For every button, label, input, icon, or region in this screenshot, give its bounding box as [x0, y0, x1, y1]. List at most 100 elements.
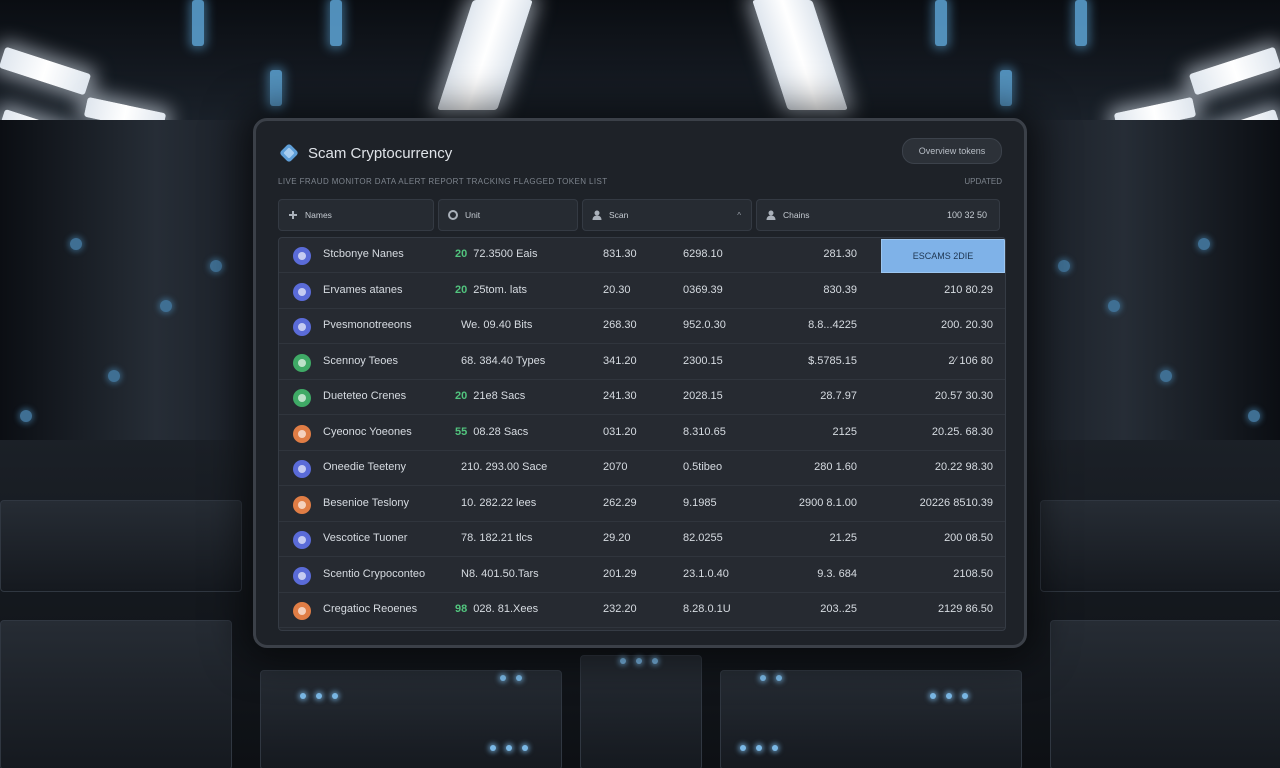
floor-light: [316, 693, 322, 699]
value-col-c: 830.39: [823, 283, 857, 296]
wall-light: [70, 238, 82, 250]
value-col-b: 8.310.65: [683, 425, 726, 438]
wall-light: [20, 410, 32, 422]
coin-icon: [293, 318, 311, 336]
column-header-label: Scan: [609, 210, 629, 220]
column-header-scan[interactable]: Scan ^: [582, 199, 752, 231]
value-col-d: 2108.50: [953, 567, 993, 580]
token-name: Scennoy Teoes: [323, 354, 399, 367]
wall-light: [1108, 300, 1120, 312]
token-name: Oneedie Teeteny: [323, 461, 406, 473]
volume-score: 20: [455, 248, 468, 260]
table-row[interactable]: Cyeonoc Yoeones 55 08.28 Sacs 031.20 8.31…: [279, 416, 1005, 451]
value-col-b: 23.1.0.40: [683, 567, 729, 580]
floor-panel: [1050, 620, 1280, 768]
table-row[interactable]: Cregatioc Reoenes 98 028. 81.Xees 232.20 …: [279, 593, 1005, 628]
value-col-b: 2300.15: [683, 354, 723, 367]
table-row[interactable]: Scennoy Teoes 68. 384.40 Types 341.20 23…: [279, 345, 1005, 380]
table-row[interactable]: Ervames atanes 20 25tom. lats 20.30 0369.…: [279, 274, 1005, 309]
value-col-d: 2129 86.50: [937, 603, 993, 615]
volume-score: 20: [455, 390, 468, 402]
coin-icon: [293, 247, 311, 265]
coin-icon: [293, 282, 311, 301]
value-col-b: 6298.10: [683, 248, 723, 260]
value-col-c: 203..25: [820, 603, 857, 615]
table-row[interactable]: Scentio Crypoconteo N8. 401.50.Tars 201.…: [279, 558, 1005, 593]
column-header-unit[interactable]: Unit: [438, 199, 578, 231]
coin-icon: [293, 566, 311, 585]
token-volume: 20 21e8 Sacs: [455, 390, 525, 402]
subtitle-text: LIVE FRAUD MONITOR DATA ALERT REPORT TRA…: [278, 177, 608, 186]
coin-icon: [293, 353, 311, 372]
table-row[interactable]: Oneedie Teeteny 210. 293.00 Sace 2070 0.…: [279, 451, 1005, 486]
value-col-d: 200. 20.30: [941, 319, 993, 331]
column-header-names[interactable]: Names: [278, 199, 434, 231]
sort-caret-icon[interactable]: ^: [737, 211, 741, 220]
floor-light: [776, 675, 782, 681]
token-name: Dueteteo Crenes: [323, 390, 407, 402]
token-volume: We. 09.40 Bits: [455, 319, 532, 331]
diamond-logo-icon: [280, 144, 298, 162]
column-header-label: Chains: [783, 210, 810, 220]
floor-light: [962, 693, 968, 699]
token-name: Vescotice Tuoner: [323, 532, 408, 544]
value-col-b: 0.5tibeo: [683, 461, 723, 473]
value-col-c: 280 1.60: [814, 461, 857, 473]
floor-panel: [720, 670, 1022, 768]
coin-icon: [293, 424, 311, 443]
table-row[interactable]: Stcbonye Nanes 20 72.3500 Eais 831.30 629…: [279, 238, 1005, 273]
floor-light: [636, 658, 642, 664]
token-volume: 68. 384.40 Types: [455, 355, 545, 367]
value-col-c: 21.25: [829, 532, 857, 544]
coin-icon: [293, 389, 311, 407]
blue-light-strip: [192, 0, 204, 46]
escams-action-button[interactable]: ESCAMS 2DIE: [881, 239, 1005, 273]
coin-icon: [293, 531, 311, 549]
blue-light-strip: [935, 0, 947, 46]
table-row[interactable]: Pvesmonotreeons We. 09.40 Bits 268.30 95…: [279, 309, 1005, 344]
value-col-c: 2125: [832, 425, 857, 438]
floor-light: [332, 693, 338, 699]
coin-icon: [293, 602, 311, 620]
volume-score: 98: [455, 603, 468, 615]
value-col-d: 210 80.29: [944, 283, 993, 296]
value-col-a: 831.30: [603, 248, 637, 260]
value-col-b: 0369.39: [683, 283, 723, 296]
table-row[interactable]: Dueteteo Crenes 20 21e8 Sacs 241.30 2028.…: [279, 380, 1005, 415]
token-volume: 210. 293.00 Sace: [455, 461, 547, 473]
overview-button[interactable]: Overview tokens: [902, 138, 1002, 164]
value-col-a: 341.20: [603, 354, 637, 367]
floor-light: [516, 675, 522, 681]
floor-panel: [0, 500, 242, 592]
coin-icon: [293, 495, 311, 514]
blue-light-strip: [330, 0, 342, 46]
floor-light: [490, 745, 496, 751]
column-header-value: 100 32 50: [946, 210, 987, 220]
token-name: Scentio Crypoconteo: [323, 567, 426, 580]
value-col-b: 952.0.30: [683, 319, 726, 331]
wall-light: [108, 370, 120, 382]
table-row[interactable]: Vescotice Tuoner 78. 182.21 tlcs 29.20 8…: [279, 522, 1005, 557]
token-name: Stcbonye Nanes: [323, 248, 404, 260]
token-volume: N8. 401.50.Tars: [455, 568, 539, 580]
volume-text: 21e8 Sacs: [473, 390, 526, 402]
volume-text: We. 09.40 Bits: [461, 319, 533, 331]
left-wall: [0, 120, 260, 480]
floor-light: [772, 745, 778, 751]
table-header: Names Unit Scan ^ Chains 100 32 50: [278, 199, 1004, 231]
column-header-chains[interactable]: Chains 100 32 50: [756, 199, 1000, 231]
title-bar: Scam Cryptocurrency: [278, 139, 452, 167]
value-col-a: 268.30: [603, 319, 637, 331]
volume-text: 028. 81.Xees: [473, 603, 539, 615]
value-col-d: 20.22 98.30: [934, 461, 993, 473]
volume-text: N8. 401.50.Tars: [461, 567, 539, 580]
value-col-a: 262.29: [603, 496, 637, 509]
table-row[interactable]: Besenioe Teslony 10. 282.22 lees 262.29 …: [279, 487, 1005, 522]
wall-light: [1198, 238, 1210, 250]
token-table: Stcbonye Nanes 20 72.3500 Eais 831.30 629…: [278, 237, 1006, 631]
blue-light-strip: [1000, 70, 1012, 106]
value-col-b: 2028.15: [683, 390, 723, 402]
app-title: Scam Cryptocurrency: [308, 144, 453, 162]
floor-light: [946, 693, 952, 699]
floor-light: [620, 658, 626, 664]
